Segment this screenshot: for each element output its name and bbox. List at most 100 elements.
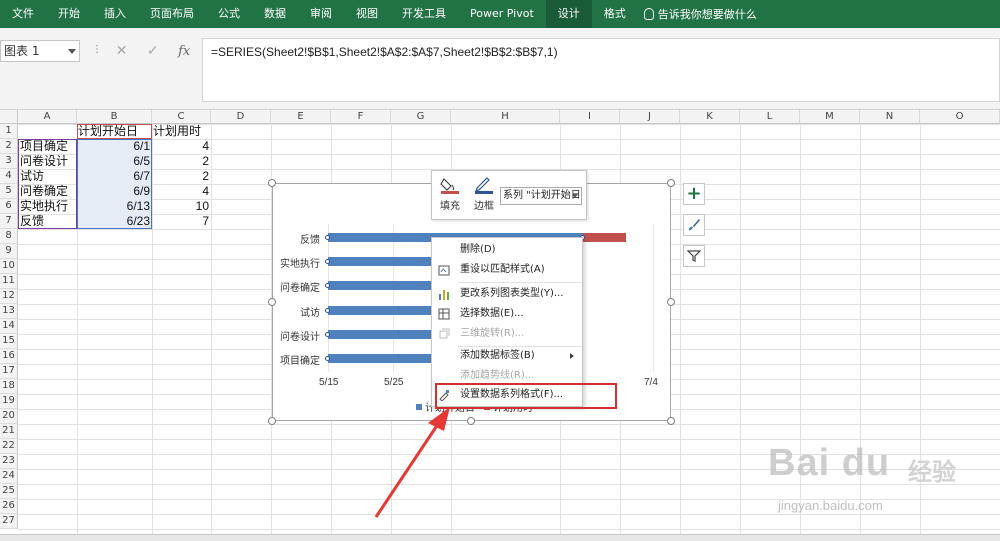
cell-a4[interactable]: 试访 bbox=[20, 169, 44, 184]
row-header[interactable]: 24 bbox=[0, 469, 18, 484]
row-header[interactable]: 23 bbox=[0, 454, 18, 469]
col-header-g[interactable]: G bbox=[391, 110, 451, 124]
col-header-d[interactable]: D bbox=[211, 110, 271, 124]
row-header[interactable]: 16 bbox=[0, 349, 18, 364]
cell-c7[interactable]: 7 bbox=[152, 214, 211, 229]
col-header-k[interactable]: K bbox=[680, 110, 740, 124]
cell-a6[interactable]: 实地执行 bbox=[20, 199, 68, 214]
menu-item-reset-style[interactable]: 重设以匹配样式(A) bbox=[432, 260, 582, 280]
col-header-f[interactable]: F bbox=[331, 110, 391, 124]
col-header-o[interactable]: O bbox=[920, 110, 1000, 124]
row-header[interactable]: 12 bbox=[0, 289, 18, 304]
row-header[interactable]: 19 bbox=[0, 394, 18, 409]
resize-handle[interactable] bbox=[268, 179, 276, 187]
cell-b6[interactable]: 6/13 bbox=[78, 199, 152, 214]
row-header[interactable]: 15 bbox=[0, 334, 18, 349]
row-header[interactable]: 21 bbox=[0, 424, 18, 439]
row-header[interactable]: 8 bbox=[0, 229, 18, 244]
series-point-handle[interactable] bbox=[325, 308, 330, 313]
cell-b3[interactable]: 6/5 bbox=[78, 154, 152, 169]
col-header-h[interactable]: H bbox=[451, 110, 560, 124]
row-header[interactable]: 4 bbox=[0, 169, 18, 184]
menu-item-change-chart-type[interactable]: 更改系列图表类型(Y)... bbox=[432, 284, 582, 304]
cell-c2[interactable]: 4 bbox=[152, 139, 211, 154]
cell-c5[interactable]: 4 bbox=[152, 184, 211, 199]
series-point-handle[interactable] bbox=[325, 283, 330, 288]
outline-button[interactable]: 边框 bbox=[468, 175, 500, 212]
tab-format[interactable]: 格式 bbox=[592, 0, 638, 28]
row-header[interactable]: 1 bbox=[0, 124, 18, 139]
cell-c6[interactable]: 10 bbox=[152, 199, 211, 214]
chart-elements-button[interactable]: + bbox=[683, 183, 705, 205]
col-header-n[interactable]: N bbox=[860, 110, 920, 124]
cell-c1[interactable]: 计划用时 bbox=[153, 124, 223, 139]
cell-a2[interactable]: 项目确定 bbox=[20, 139, 68, 154]
series-point-handle[interactable] bbox=[325, 332, 330, 337]
cell-a5[interactable]: 问卷确定 bbox=[20, 184, 68, 199]
tab-review[interactable]: 审阅 bbox=[298, 0, 344, 28]
tab-home[interactable]: 开始 bbox=[46, 0, 92, 28]
tab-page-layout[interactable]: 页面布局 bbox=[138, 0, 206, 28]
cell-a7[interactable]: 反馈 bbox=[20, 214, 44, 229]
resize-handle[interactable] bbox=[467, 417, 475, 425]
cell-b5[interactable]: 6/9 bbox=[78, 184, 152, 199]
resize-handle[interactable] bbox=[268, 298, 276, 306]
menu-item-select-data[interactable]: 选择数据(E)... bbox=[432, 304, 582, 324]
row-header[interactable]: 13 bbox=[0, 304, 18, 319]
fill-button[interactable]: 填充 bbox=[434, 175, 466, 212]
col-header-e[interactable]: E bbox=[271, 110, 331, 124]
series-selector[interactable]: 系列 "计划开始日" bbox=[500, 187, 582, 205]
row-header[interactable]: 17 bbox=[0, 364, 18, 379]
row-header[interactable]: 18 bbox=[0, 379, 18, 394]
row-header[interactable]: 2 bbox=[0, 139, 18, 154]
row-header[interactable]: 9 bbox=[0, 244, 18, 259]
row-header[interactable]: 25 bbox=[0, 484, 18, 499]
resize-handle[interactable] bbox=[667, 417, 675, 425]
row-header[interactable]: 3 bbox=[0, 154, 18, 169]
formula-input[interactable]: =SERIES(Sheet2!$B$1,Sheet2!$A$2:$A$7,She… bbox=[202, 38, 1000, 102]
resize-handle[interactable] bbox=[268, 417, 276, 425]
row-header[interactable]: 22 bbox=[0, 439, 18, 454]
series-point-handle[interactable] bbox=[325, 356, 330, 361]
row-header[interactable]: 20 bbox=[0, 409, 18, 424]
col-header-a[interactable]: A bbox=[18, 110, 77, 124]
tab-power-pivot[interactable]: Power Pivot bbox=[458, 0, 546, 28]
cell-b7[interactable]: 6/23 bbox=[78, 214, 152, 229]
tell-me-box[interactable]: 告诉我你想要做什么 bbox=[643, 6, 757, 22]
col-header-m[interactable]: M bbox=[800, 110, 860, 124]
row-header[interactable]: 7 bbox=[0, 214, 18, 229]
col-header-j[interactable]: J bbox=[620, 110, 680, 124]
row-header[interactable]: 11 bbox=[0, 274, 18, 289]
name-box[interactable]: 图表 1 bbox=[0, 40, 80, 62]
tab-developer[interactable]: 开发工具 bbox=[390, 0, 458, 28]
col-header-i[interactable]: I bbox=[560, 110, 620, 124]
chart-styles-button[interactable] bbox=[683, 214, 705, 236]
resize-handle[interactable] bbox=[667, 298, 675, 306]
tab-file[interactable]: 文件 bbox=[0, 0, 46, 28]
col-header-l[interactable]: L bbox=[740, 110, 800, 124]
sheet-tab-bar[interactable] bbox=[0, 534, 1000, 541]
row-header[interactable]: 10 bbox=[0, 259, 18, 274]
series-point-handle[interactable] bbox=[325, 259, 330, 264]
enter-icon[interactable]: ✓ bbox=[147, 43, 159, 59]
cell-b4[interactable]: 6/7 bbox=[78, 169, 152, 184]
chevron-down-icon[interactable] bbox=[68, 49, 76, 54]
series-point-handle[interactable] bbox=[325, 235, 330, 240]
insert-function-button[interactable]: fx bbox=[178, 44, 190, 59]
chart-filters-button[interactable] bbox=[683, 245, 705, 267]
cell-a3[interactable]: 问卷设计 bbox=[20, 154, 68, 169]
cell-c3[interactable]: 2 bbox=[152, 154, 211, 169]
cancel-icon[interactable]: ✕ bbox=[116, 43, 128, 59]
row-header[interactable]: 27 bbox=[0, 514, 18, 529]
tab-view[interactable]: 视图 bbox=[344, 0, 390, 28]
row-header[interactable]: 5 bbox=[0, 184, 18, 199]
row-header[interactable]: 26 bbox=[0, 499, 18, 514]
bar-duration-反馈[interactable] bbox=[583, 233, 626, 242]
tab-design[interactable]: 设计 bbox=[545, 0, 592, 28]
select-all-corner[interactable] bbox=[0, 110, 18, 124]
resize-handle[interactable] bbox=[667, 179, 675, 187]
menu-item-add-data-labels[interactable]: 添加数据标签(B) bbox=[432, 346, 582, 366]
cell-c4[interactable]: 2 bbox=[152, 169, 211, 184]
menu-item-delete[interactable]: 删除(D) bbox=[432, 240, 582, 260]
col-header-c[interactable]: C bbox=[152, 110, 211, 124]
